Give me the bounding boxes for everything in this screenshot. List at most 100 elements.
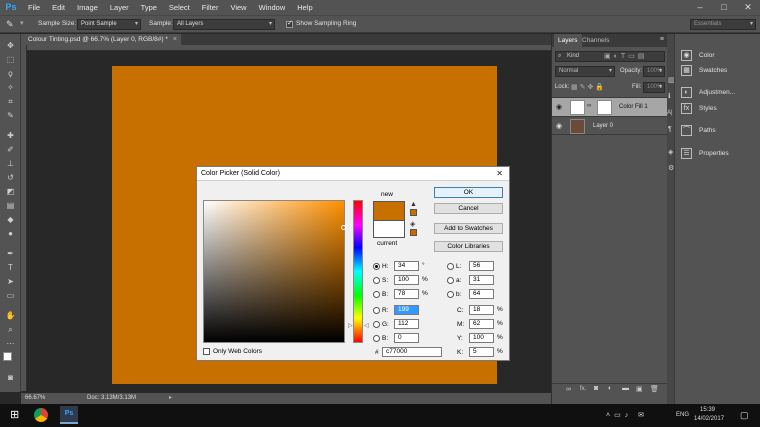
hue-slider-left-arrow-icon[interactable]: ▷ — [348, 322, 353, 329]
add-mask-icon[interactable]: ◙ — [594, 385, 598, 392]
status-menu-arrow-icon[interactable]: ▸ — [169, 394, 172, 401]
new-group-icon[interactable]: ▬ — [622, 385, 629, 392]
lasso-tool-icon[interactable]: ϙ — [4, 68, 17, 79]
gamut-color-swatch[interactable] — [410, 209, 417, 216]
saturation-radio[interactable] — [373, 277, 380, 284]
layer-row-color-fill[interactable]: ◉ ∞ Color Fill 1 — [552, 97, 668, 116]
fx-icon[interactable]: fx. — [580, 386, 586, 392]
dialog-title-bar[interactable]: Color Picker (Solid Color) ✕ — [197, 167, 509, 181]
show-sampling-ring-checkbox[interactable] — [286, 19, 293, 28]
saturation-brightness-field[interactable] — [203, 200, 346, 343]
blur-tool-icon[interactable]: ◆ — [4, 214, 17, 225]
hex-input[interactable]: c77000 — [382, 347, 442, 357]
menu-view[interactable]: View — [224, 0, 252, 15]
green-radio[interactable] — [373, 321, 380, 328]
sample-select[interactable]: All Layers — [173, 19, 275, 30]
close-window-button[interactable]: ✕ — [736, 0, 760, 15]
layer-name[interactable]: Layer 0 — [593, 123, 613, 129]
cancel-button[interactable]: Cancel — [434, 203, 503, 214]
dialog-close-icon[interactable]: ✕ — [496, 167, 503, 181]
menu-help[interactable]: Help — [291, 0, 318, 15]
blue-radio[interactable] — [373, 335, 380, 342]
history-brush-icon[interactable]: ↺ — [4, 172, 17, 183]
document-tab-close-icon[interactable]: × — [173, 34, 177, 45]
brightness-radio[interactable] — [373, 291, 380, 298]
lightness-input[interactable]: 56 — [469, 261, 494, 271]
marquee-tool-icon[interactable]: ⬚ — [4, 54, 17, 65]
layer-comps-icon[interactable]: ◈ — [668, 148, 673, 156]
hue-slider-right-arrow-icon[interactable]: ◁ — [364, 322, 369, 329]
trash-icon[interactable]: 🗑 — [650, 385, 659, 393]
clock-date[interactable]: 14/02/2017 — [694, 416, 724, 422]
shape-tool-icon[interactable]: ▭ — [4, 290, 17, 301]
b-channel-input[interactable]: 64 — [469, 289, 494, 299]
red-radio[interactable] — [373, 307, 380, 314]
fill-field[interactable]: 100% — [643, 82, 665, 93]
menu-filter[interactable]: Filter — [196, 0, 225, 15]
add-to-swatches-button[interactable]: Add to Swatches — [434, 223, 503, 234]
opacity-field[interactable]: 100% — [643, 66, 665, 77]
info-icon[interactable]: ℹ — [668, 92, 671, 100]
crop-tool-icon[interactable]: ⌗ — [4, 96, 17, 107]
fill-layer-thumbnail[interactable] — [570, 100, 585, 115]
menu-file[interactable]: File — [22, 0, 46, 15]
lightness-radio[interactable] — [447, 263, 454, 270]
magenta-input[interactable]: 62 — [469, 319, 494, 329]
chrome-icon[interactable] — [34, 408, 48, 422]
visibility-eye-icon[interactable]: ◉ — [556, 103, 562, 111]
quick-select-tool-icon[interactable]: ✧ — [4, 82, 17, 93]
eyedropper-icon[interactable]: ✎ — [4, 110, 17, 121]
a-channel-radio[interactable] — [447, 277, 454, 284]
layer-filter-icons[interactable]: ▣◐T▭▤ — [604, 52, 647, 60]
zoom-level[interactable]: 66.67% — [25, 395, 45, 401]
green-input[interactable]: 112 — [394, 319, 419, 329]
tool-preset-chevron-icon[interactable]: ▾ — [20, 19, 24, 27]
paragraph-icon[interactable]: ¶ — [668, 126, 672, 133]
menu-type[interactable]: Type — [135, 0, 163, 15]
more-tools-icon[interactable]: ⋯ — [4, 338, 17, 349]
menu-window[interactable]: Window — [253, 0, 292, 15]
hue-slider[interactable] — [353, 200, 363, 343]
healing-brush-icon[interactable]: ✚ — [4, 130, 17, 141]
styles-panel-button[interactable]: fx Styles — [681, 101, 717, 116]
brush-tool-icon[interactable]: ✐ — [4, 144, 17, 155]
layer-mask-thumbnail[interactable] — [597, 100, 612, 115]
brightness-input[interactable]: 78 — [394, 289, 419, 299]
eraser-tool-icon[interactable]: ◩ — [4, 186, 17, 197]
move-tool-icon[interactable]: ✥ — [4, 40, 17, 51]
zoom-tool-icon[interactable]: ⌕ — [4, 324, 17, 335]
menu-layer[interactable]: Layer — [104, 0, 135, 15]
layer-filter-bar[interactable]: ⌕ Kind ▣◐T▭▤ — [555, 51, 665, 62]
system-tray-icons[interactable]: ˄▭♪ ✉ — [606, 411, 648, 419]
color-field-cursor[interactable] — [341, 225, 346, 230]
quick-mask-icon[interactable]: ◙ — [4, 372, 17, 383]
notifications-icon[interactable]: ▢ — [740, 410, 749, 421]
hue-input[interactable]: 34 — [394, 261, 419, 271]
character-icon[interactable]: A| — [667, 110, 673, 116]
pen-tool-icon[interactable]: ✒ — [4, 248, 17, 259]
workspace-select[interactable]: Essentials — [690, 19, 756, 30]
new-layer-icon[interactable]: ▣ — [636, 385, 643, 393]
current-color-swatch[interactable] — [373, 220, 405, 238]
foreground-color-swatch[interactable] — [3, 352, 12, 361]
panel-menu-icon[interactable]: ≡ — [660, 36, 664, 43]
photoshop-taskbar-icon[interactable]: Ps — [60, 406, 78, 424]
lock-icons[interactable]: ▦✎✥🔒 — [571, 83, 606, 91]
a-channel-input[interactable]: 31 — [469, 275, 494, 285]
maximize-button[interactable]: □ — [712, 0, 736, 15]
color-panel-button[interactable]: ◉ Color — [681, 48, 715, 63]
menu-select[interactable]: Select — [163, 0, 196, 15]
menu-image[interactable]: Image — [71, 0, 104, 15]
layer-row-layer-0[interactable]: ◉ Layer 0 — [552, 116, 668, 135]
visibility-eye-icon[interactable]: ◉ — [556, 122, 562, 130]
dodge-tool-icon[interactable]: ● — [4, 228, 17, 239]
paths-panel-button[interactable]: ⌒ Paths — [681, 123, 716, 138]
saturation-input[interactable]: 100 — [394, 275, 419, 285]
windows-start-icon[interactable]: ⊞ — [10, 408, 19, 421]
blue-input[interactable]: 0 — [394, 333, 419, 343]
sample-size-select[interactable]: Point Sample — [77, 19, 141, 30]
properties-panel-button[interactable]: ☰ Properties — [681, 146, 729, 161]
black-input[interactable]: 5 — [469, 347, 494, 357]
gradient-tool-icon[interactable]: ▤ — [4, 200, 17, 211]
adjustment-layer-icon[interactable]: ◐ — [608, 385, 612, 392]
